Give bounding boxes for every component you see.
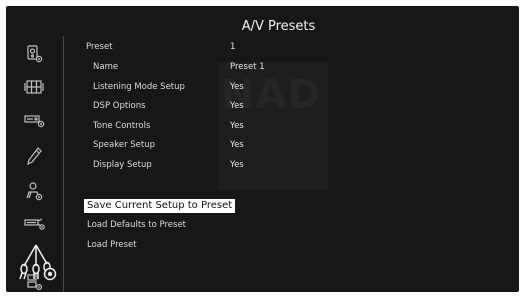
user-settings-icon[interactable]: [23, 181, 45, 201]
sidebar: [6, 6, 64, 292]
preset-row-dsp-label: DSP Options: [93, 101, 146, 111]
preset-row-listening-mode-label: Listening Mode Setup: [93, 82, 185, 92]
hdmi-icon[interactable]: [23, 213, 45, 233]
preset-row-dsp-value[interactable]: Yes: [230, 101, 244, 111]
preset-row-name-label: Name: [93, 62, 119, 72]
sidebar-divider: [63, 36, 64, 292]
preset-row-name-value[interactable]: Preset 1: [230, 62, 265, 72]
pen-icon[interactable]: [23, 146, 45, 166]
watermark-text: NAD: [221, 72, 322, 118]
grid-input-icon[interactable]: [23, 77, 45, 97]
preset-row-speaker-label: Speaker Setup: [93, 140, 156, 150]
amplifier-icon[interactable]: [23, 110, 45, 130]
speaker-source-icon[interactable]: [23, 44, 45, 64]
preset-row-display-label: Display Setup: [93, 160, 152, 170]
speaker-settings-icon[interactable]: [23, 272, 45, 292]
screen: NAD A/V Presets Preset 1 Name Preset 1 L…: [6, 6, 519, 292]
load-preset-button[interactable]: Load Preset: [87, 240, 137, 250]
page-title: A/V Presets: [241, 19, 316, 34]
preset-row-tone-value[interactable]: Yes: [230, 121, 244, 131]
preset-row-speaker-value[interactable]: Yes: [230, 140, 244, 150]
load-defaults-button[interactable]: Load Defaults to Preset: [87, 220, 186, 230]
preset-value[interactable]: 1: [230, 42, 235, 52]
preset-row-tone-label: Tone Controls: [93, 121, 151, 131]
preset-row-display-value[interactable]: Yes: [230, 160, 244, 170]
preset-row-listening-mode-value[interactable]: Yes: [230, 82, 244, 92]
save-current-setup-button[interactable]: Save Current Setup to Preset: [84, 199, 236, 213]
preset-label: Preset: [86, 42, 113, 52]
